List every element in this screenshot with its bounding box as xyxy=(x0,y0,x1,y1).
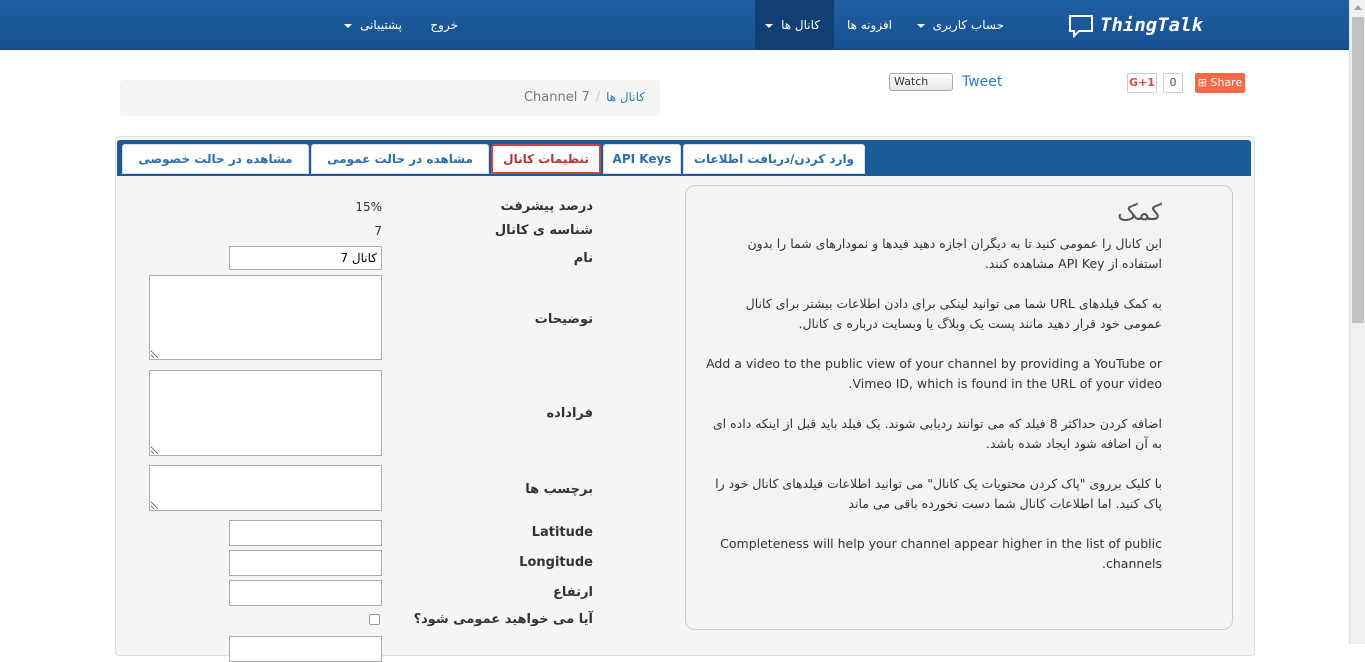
help-title: کمک xyxy=(1117,200,1162,226)
breadcrumb-channels-link[interactable]: کانال ها xyxy=(606,90,645,104)
nav-logout-label: خروج xyxy=(430,18,458,32)
chevron-down-icon xyxy=(344,23,353,28)
vertical-scrollbar[interactable] xyxy=(1349,0,1365,644)
tab-private-view[interactable]: مشاهده در حالت خصوصی xyxy=(122,144,309,174)
chevron-down-icon xyxy=(916,23,925,28)
progress-value: 15% xyxy=(355,200,382,214)
make-public-checkbox[interactable] xyxy=(369,614,380,625)
brand-name: ThingTalk xyxy=(1100,14,1203,36)
name-input[interactable] xyxy=(229,246,382,270)
google-plus-count: 0 xyxy=(1163,73,1183,93)
channel-id-label: شناسه ی کانال xyxy=(494,223,593,238)
description-textarea[interactable] xyxy=(149,275,382,360)
progress-label: درصد پیشرفت xyxy=(500,199,593,214)
nav-plugins[interactable]: افزونه ها xyxy=(846,0,892,50)
tab-api-keys[interactable]: API Keys xyxy=(603,144,681,174)
nav-support[interactable]: پشتیبانی xyxy=(344,0,402,50)
help-paragraph: اضافه کردن حداکثر 8 فیلد که می توانند رد… xyxy=(712,416,1162,451)
help-paragraph: Add a video to the public view of your c… xyxy=(706,356,1162,391)
help-box: کمک این کانال را عمومی کنید تا به دیگران… xyxy=(685,185,1233,630)
elevation-input[interactable] xyxy=(229,580,382,606)
latitude-input[interactable] xyxy=(229,520,382,546)
share-label: Share xyxy=(1210,76,1243,89)
speech-bubble-icon xyxy=(1068,14,1094,39)
help-paragraph: به کمک فیلدهای URL شما می توانید لینکی ب… xyxy=(745,296,1162,331)
watch-label: Watch xyxy=(894,75,929,88)
nav-plugins-label: افزونه ها xyxy=(846,18,892,32)
chevron-down-icon xyxy=(765,23,774,28)
scroll-up-icon[interactable] xyxy=(1354,5,1362,10)
tab-channel-settings[interactable]: تنظیمات کانال xyxy=(491,144,601,174)
tags-textarea[interactable] xyxy=(149,465,382,511)
latitude-label: Latitude xyxy=(531,525,593,540)
help-paragraph: Completeness will help your channel appe… xyxy=(720,536,1162,571)
nav-channels[interactable]: کانال ها xyxy=(755,0,834,50)
breadcrumb: کانال ها / Channel 7 xyxy=(120,80,660,116)
tweet-link[interactable]: Tweet xyxy=(962,73,1002,93)
nav-support-label: پشتیبانی xyxy=(360,18,402,32)
channel-id-value: 7 xyxy=(374,224,382,238)
nav-account[interactable]: حساب کاربری xyxy=(916,0,1004,50)
tags-label: برچسب ها xyxy=(525,482,593,497)
elevation-label: ارتفاع xyxy=(553,585,593,600)
name-label: نام xyxy=(573,251,593,266)
tab-public-view[interactable]: مشاهده در حالت عمومی xyxy=(311,144,489,174)
share-button[interactable]: ⊞ Share xyxy=(1195,73,1245,93)
longitude-input[interactable] xyxy=(229,550,382,576)
google-plus-button[interactable]: G+1 xyxy=(1127,73,1157,93)
longitude-label: Longitude xyxy=(519,555,593,570)
breadcrumb-separator: / xyxy=(595,90,601,105)
nav-account-label: حساب کاربری xyxy=(932,18,1004,32)
nav-channels-label: کانال ها xyxy=(781,18,820,32)
scroll-thumb[interactable] xyxy=(1352,17,1364,323)
help-paragraph: با کلیک برروی "پاک کردن محتویات یک کانال… xyxy=(715,476,1162,511)
plus-icon: ⊞ xyxy=(1197,76,1207,89)
nav-logout[interactable]: خروج xyxy=(426,0,458,50)
metadata-label: فراداده xyxy=(546,406,593,421)
description-label: توضیحات xyxy=(534,312,593,327)
tab-import-export[interactable]: وارد کردن/دریافت اطلاعات xyxy=(683,144,865,174)
github-watch-button[interactable]: Watch xyxy=(889,73,953,91)
top-navbar: ThingTalk حساب کاربری افزونه ها کانال ها… xyxy=(0,0,1349,50)
metadata-textarea[interactable] xyxy=(149,370,382,456)
brand-logo[interactable]: ThingTalk xyxy=(1068,10,1203,40)
make-public-label: آیا می خواهید عمومی شود؟ xyxy=(413,612,593,627)
breadcrumb-current: Channel 7 xyxy=(523,90,590,105)
url-input[interactable] xyxy=(229,636,382,662)
help-paragraph: این کانال را عمومی کنید تا به دیگران اجا… xyxy=(747,236,1162,271)
